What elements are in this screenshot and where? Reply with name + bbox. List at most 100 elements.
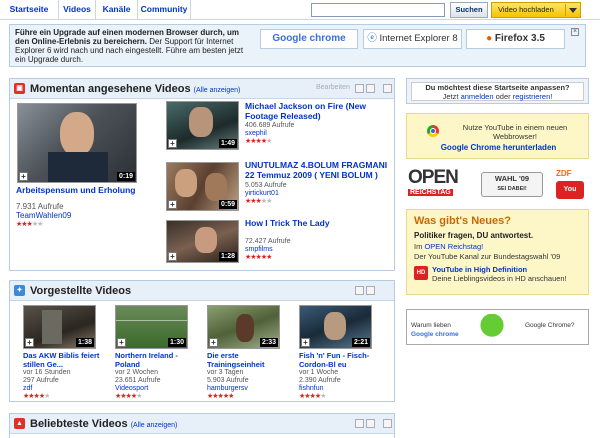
module-title: Momentan angesehene Videos (Alle anzeige…: [30, 83, 240, 95]
channel-link[interactable]: fishnfun: [299, 385, 341, 393]
arrow-up-icon[interactable]: [355, 286, 364, 295]
video-thumbnail[interactable]: 2:33 +: [207, 305, 280, 349]
video-duration: 1:49: [218, 139, 237, 148]
chrome-ad-banner[interactable]: Warum lieben Google chrome Google Chrome…: [406, 309, 589, 345]
ad-chrome-logo: Google chrome: [411, 331, 459, 338]
close-icon[interactable]: ×: [571, 28, 579, 36]
video-duration: 1:38: [75, 338, 94, 347]
view-count: 5.903 Aufrufe: [207, 377, 249, 384]
firefox-download-button[interactable]: ● Firefox 3.5: [466, 29, 565, 49]
chevron-down-icon[interactable]: [569, 8, 577, 13]
add-to-queue-icon[interactable]: +: [168, 200, 177, 209]
edit-link[interactable]: Bearbeiten: [316, 84, 350, 91]
video-title[interactable]: UNUTULMAZ 4.BOLUM FRAGMANI 22 Temmuz 200…: [245, 160, 390, 180]
hd-text: Deine Lieblingsvideos in HD anschauen!: [432, 274, 567, 283]
person-shape: [175, 169, 197, 197]
channel-link[interactable]: smpfilms: [245, 246, 291, 254]
video-thumbnail[interactable]: 1:30 +: [115, 305, 188, 349]
arrow-up-icon[interactable]: [355, 419, 364, 428]
module-header: ✦ Vorgestellte Videos: [10, 281, 394, 301]
add-to-queue-icon[interactable]: +: [168, 252, 177, 261]
open-reichstag-logo: OPEN REICHSTAG: [406, 167, 466, 203]
channel-link[interactable]: TeamWahlen09: [16, 211, 71, 220]
video-title[interactable]: Northern Ireland - Poland: [115, 351, 193, 369]
open-reichstag-banner[interactable]: OPEN REICHSTAG WAHL '09 SEI DABEI! ZDF Y…: [406, 167, 589, 203]
channel-link[interactable]: zdf: [23, 385, 70, 393]
video-meta: vor 3 Tagen 5.903 Aufrufe hamburgersv ★★…: [207, 369, 249, 401]
video-thumbnail[interactable]: 1:28 +: [166, 220, 239, 263]
video-title[interactable]: Das AKW Biblis feiert stillen Ge...: [23, 351, 101, 369]
hd-link[interactable]: YouTube in High Definition: [432, 265, 567, 274]
video-thumbnail[interactable]: 1:49 +: [166, 101, 239, 150]
person-face-shape: [60, 112, 94, 156]
chrome-logo-icon: [427, 125, 439, 137]
featured-videos-module: ✦ Vorgestellte Videos 1:38 + 1:30 + 2:33…: [9, 280, 395, 402]
video-title[interactable]: Michael Jackson on Fire (New Footage Rel…: [245, 101, 390, 121]
suit-shape: [48, 152, 108, 182]
ad-text-2: Google Chrome?: [525, 322, 575, 329]
arrow-down-icon[interactable]: [366, 84, 375, 93]
open-reichstag-link[interactable]: OPEN Reichstag!: [424, 242, 483, 251]
rating-stars: ★★★★★: [245, 254, 272, 261]
see-all-link[interactable]: (Alle anzeigen): [194, 87, 241, 94]
video-meta: 7.931 Aufrufe TeamWahlen09 ★★★★★: [16, 202, 71, 229]
add-to-queue-icon[interactable]: +: [301, 338, 310, 347]
arrow-down-icon[interactable]: [366, 286, 375, 295]
register-link[interactable]: registrieren!: [513, 92, 553, 101]
watching-title: Momentan angesehene Videos: [30, 83, 191, 95]
arrow-down-icon[interactable]: [366, 419, 375, 428]
wahl-badge: WAHL '09 SEI DABEI!: [481, 172, 543, 197]
arrow-up-icon[interactable]: [355, 84, 364, 93]
video-thumbnail[interactable]: 0:19 +: [17, 103, 137, 183]
upload-button[interactable]: Video hochladen: [491, 2, 581, 18]
video-title[interactable]: Fish 'n' Fun - Fisch-Cordon-Bl eu: [299, 351, 377, 369]
video-meta: vor 2 Wochen 23.651 Aufrufe Videosport ★…: [115, 369, 161, 401]
view-count: 297 Aufrufe: [23, 377, 59, 384]
view-count: 5.053 Aufrufe: [245, 182, 287, 189]
channel-link[interactable]: hamburgersv: [207, 385, 249, 393]
video-title[interactable]: How I Trick The Lady: [245, 218, 390, 228]
module-title: Vorgestellte Videos: [30, 285, 132, 297]
video-duration: 2:21: [351, 338, 370, 347]
add-to-queue-icon[interactable]: +: [209, 338, 218, 347]
video-meta: vor 16 Stunden 297 Aufrufe zdf ★★★★★: [23, 369, 70, 401]
tab-videos[interactable]: Videos: [59, 0, 96, 19]
search-input[interactable]: [311, 3, 445, 17]
chrome-download-button[interactable]: Google chrome: [260, 29, 358, 49]
chrome-download-link[interactable]: Google Chrome herunterladen: [407, 143, 590, 152]
view-count: 23.651 Aufrufe: [115, 377, 161, 384]
tab-kanaele[interactable]: Kanäle: [96, 0, 138, 19]
add-to-queue-icon[interactable]: +: [117, 338, 126, 347]
ie8-download-button[interactable]: ⓔ Internet Explorer 8: [363, 29, 462, 49]
view-count: 72.427 Aufrufe: [245, 238, 291, 245]
add-to-queue-icon[interactable]: +: [19, 172, 28, 181]
person-shape: [324, 312, 346, 340]
search-button[interactable]: Suchen: [450, 2, 488, 18]
video-thumbnail[interactable]: 2:21 +: [299, 305, 372, 349]
top-navigation: Startseite Videos Kanäle Community Suche…: [0, 0, 600, 20]
channel-link[interactable]: Videosport: [115, 385, 161, 393]
popular-videos-module: ▲ Beliebteste Videos (Alle anzeigen): [9, 413, 395, 438]
channel-link[interactable]: sxephil: [245, 130, 294, 138]
video-title[interactable]: Arbeitspensum und Erholung: [16, 185, 146, 195]
firefox-label: Firefox 3.5: [494, 33, 545, 44]
add-to-queue-icon[interactable]: +: [25, 338, 34, 347]
rating-stars: ★★★★★: [207, 393, 234, 400]
module-header: ▣ Momentan angesehene Videos (Alle anzei…: [10, 79, 394, 99]
video-thumbnail[interactable]: 0:59 +: [166, 162, 239, 211]
ad-text-1: Warum lieben: [411, 322, 451, 329]
tab-community[interactable]: Community: [138, 0, 191, 19]
close-icon[interactable]: [383, 419, 392, 428]
see-all-link[interactable]: (Alle anzeigen): [131, 422, 178, 429]
video-title[interactable]: Die erste Trainingseinheit: [207, 351, 285, 369]
person-shape: [205, 173, 227, 201]
youtube-logo: You: [556, 181, 584, 199]
channel-link[interactable]: yirtickurt01: [245, 190, 287, 198]
add-to-queue-icon[interactable]: +: [168, 139, 177, 148]
personalize-actions: Jetzt anmelden oder registrieren!: [412, 92, 583, 101]
tab-startseite[interactable]: Startseite: [0, 0, 59, 19]
wahl-sub: SEI DABEI!: [497, 186, 527, 192]
close-icon[interactable]: [383, 84, 392, 93]
video-thumbnail[interactable]: 1:38 +: [23, 305, 96, 349]
login-link[interactable]: anmelden: [461, 92, 494, 101]
